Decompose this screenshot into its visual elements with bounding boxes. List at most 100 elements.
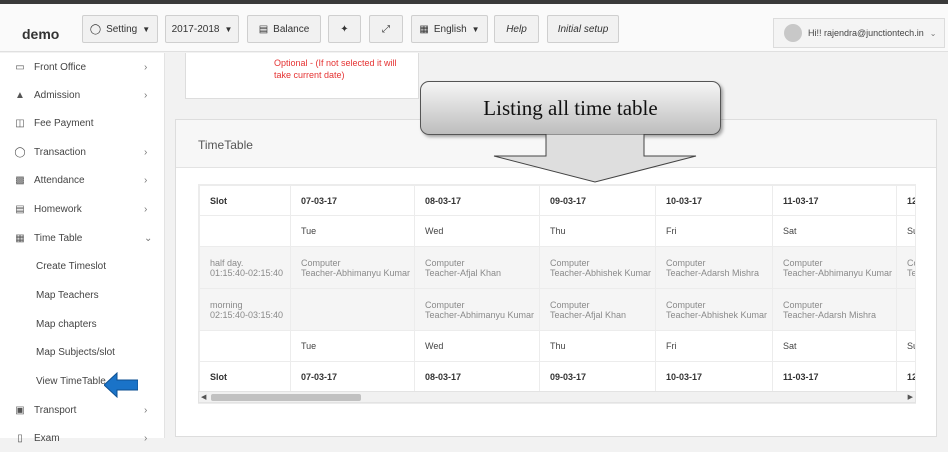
table-footer-row: Slot 07-03-17 08-03-17 09-03-17 10-03-17… — [199, 361, 915, 393]
sidebar-item-label: Transport — [34, 404, 77, 416]
period-cell: Computer Teacher-Afjal Khan — [414, 246, 540, 289]
chevron-right-icon: › — [144, 61, 148, 73]
sidebar-item-label: Homework — [34, 203, 82, 215]
globe-icon: ◯ — [89, 23, 102, 35]
compress-button[interactable]: ✦ — [328, 15, 361, 43]
sidebar: ▭ Front Office › ▲ Admission › ◫ Fee Pay… — [0, 53, 165, 444]
sidebar-item-time-table[interactable]: ▦ Time Table ⌄ — [0, 224, 165, 252]
scrollbar-thumb[interactable] — [211, 394, 361, 401]
year-label: 2017-2018 — [171, 23, 220, 35]
balance-label: Balance — [273, 23, 310, 35]
slot-cell: half day. 01:15:40-02:15:40 — [199, 246, 291, 289]
submenu-map-subjects-slot[interactable]: Map Subjects/slot — [36, 347, 115, 358]
day-cell: Tue — [290, 330, 415, 362]
pointer-arrow-icon — [104, 372, 138, 398]
slot-cell: morning 02:15:40-03:15:40 — [199, 288, 291, 331]
sidebar-item-transaction[interactable]: ◯ Transaction › — [0, 138, 165, 166]
submenu-map-teachers[interactable]: Map Teachers — [36, 290, 99, 301]
submenu-map-chapters[interactable]: Map chapters — [36, 319, 97, 330]
date-header: 10-03-17 — [655, 361, 773, 393]
date-header: 08-03-17 — [414, 185, 540, 216]
date-header: 10-03-17 — [655, 185, 773, 216]
caret-down-icon: ▼ — [142, 24, 151, 34]
slot-name: morning — [210, 299, 243, 310]
help-label: Help — [506, 23, 527, 35]
teacher-name: Teacher-Adarsh Mishra — [666, 267, 760, 278]
period-cell: Computer Teacher-Afjal Khan — [539, 288, 656, 331]
slot-header: Slot — [199, 185, 291, 216]
academic-year-dropdown[interactable]: 2017-2018 ▼ — [165, 15, 239, 43]
date-header: 12 — [896, 361, 915, 393]
slot-header: Slot — [199, 361, 291, 393]
annotation-down-arrow-icon — [493, 134, 697, 183]
teacher-name: Teacher-Adarsh Mishra — [783, 309, 877, 320]
period-cell — [290, 288, 415, 331]
scroll-left-icon[interactable]: ◀ — [201, 393, 206, 401]
subject-name: Computer — [783, 299, 823, 310]
teacher-name: Teacher-Abhishek Kumar — [666, 309, 768, 320]
sidebar-item-front-office[interactable]: ▭ Front Office › — [0, 53, 165, 81]
slot-time: 01:15:40-02:15:40 — [210, 267, 284, 278]
day-cell: Su — [896, 330, 915, 362]
subject-name: Computer — [666, 257, 706, 268]
globe-icon: ◯ — [14, 146, 26, 158]
fullscreen-button[interactable]: ⤢ — [369, 15, 403, 43]
day-cell: Wed — [414, 330, 540, 362]
help-button[interactable]: Help — [494, 15, 539, 43]
period-cell: CoTec — [896, 246, 915, 289]
day-row: Tue Wed Thu Fri Sat Su — [199, 330, 915, 362]
bar-chart-icon: ▩ — [15, 174, 25, 186]
avatar — [784, 24, 802, 42]
user-menu[interactable]: Hi!! rajendra@junctiontech.in ⌄ — [773, 18, 945, 48]
sidebar-item-label: Admission — [34, 89, 81, 101]
optional-date-note: Optional - (If not selected it will take… — [274, 58, 397, 80]
teacher-name: Teacher-Abhimanyu Kumar — [425, 309, 535, 320]
day-cell: Sat — [772, 330, 897, 362]
chevron-right-icon: › — [144, 404, 148, 416]
subject-name: Computer — [425, 299, 465, 310]
period-cell: Computer Teacher-Abhimanyu Kumar — [772, 246, 897, 289]
subject-name: Computer — [783, 257, 823, 268]
money-icon: ◫ — [15, 117, 25, 129]
graduation-cap-icon: ▲ — [15, 89, 25, 101]
chevron-right-icon: › — [144, 432, 148, 444]
subject-name: Computer — [550, 257, 590, 268]
sidebar-item-label: Time Table — [34, 232, 83, 244]
monitor-icon: ▭ — [15, 61, 25, 73]
table-header-row: Slot 07-03-17 08-03-17 09-03-17 10-03-17… — [199, 185, 915, 216]
submenu-view-timetable[interactable]: View TimeTable — [36, 376, 106, 387]
slot-name: half day. — [210, 257, 244, 268]
chevron-right-icon: › — [144, 203, 148, 215]
compress-icon: ✦ — [340, 23, 349, 35]
subject-name: Computer — [550, 299, 590, 310]
document-icon: ▯ — [17, 432, 23, 444]
annotation-callout: Listing all time table — [420, 81, 721, 135]
sidebar-item-attendance[interactable]: ▩ Attendance › — [0, 166, 165, 194]
setting-button[interactable]: ◯ Setting ▼ — [82, 15, 158, 43]
day-cell: Su — [896, 215, 915, 247]
language-dropdown[interactable]: ▦ English ▼ — [411, 15, 488, 43]
teacher-name: Tec — [907, 267, 915, 278]
subject-name: Computer — [666, 299, 706, 310]
scroll-right-icon[interactable]: ▶ — [908, 393, 913, 401]
horizontal-scrollbar[interactable]: ◀ ▶ — [198, 391, 916, 403]
sidebar-item-fee-payment[interactable]: ◫ Fee Payment — [0, 109, 165, 137]
sidebar-item-label: Fee Payment — [34, 117, 94, 129]
sidebar-item-label: Transaction — [34, 146, 86, 158]
sidebar-item-homework[interactable]: ▤ Homework › — [0, 195, 165, 223]
day-cell: Wed — [414, 215, 540, 247]
sidebar-item-admission[interactable]: ▲ Admission › — [0, 81, 165, 109]
sidebar-item-transport[interactable]: ▣ Transport › — [0, 396, 165, 424]
sidebar-item-exam[interactable]: ▯ Exam › — [0, 424, 165, 452]
balance-button[interactable]: ▤ Balance — [247, 15, 321, 43]
chevron-down-icon: ⌄ — [144, 232, 153, 244]
submenu-create-timeslot[interactable]: Create Timeslot — [36, 261, 106, 272]
initial-setup-label: Initial setup — [557, 23, 609, 35]
day-row: Tue Wed Thu Fri Sat Su — [199, 215, 915, 247]
initial-setup-button[interactable]: Initial setup — [547, 15, 619, 43]
teacher-name: Teacher-Abhimanyu Kumar — [301, 267, 411, 278]
caret-down-icon: ▼ — [224, 24, 233, 34]
period-cell: Computer Teacher-Abhishek Kumar — [655, 288, 773, 331]
database-icon: ▤ — [258, 23, 269, 35]
expand-icon: ⤢ — [382, 23, 390, 35]
